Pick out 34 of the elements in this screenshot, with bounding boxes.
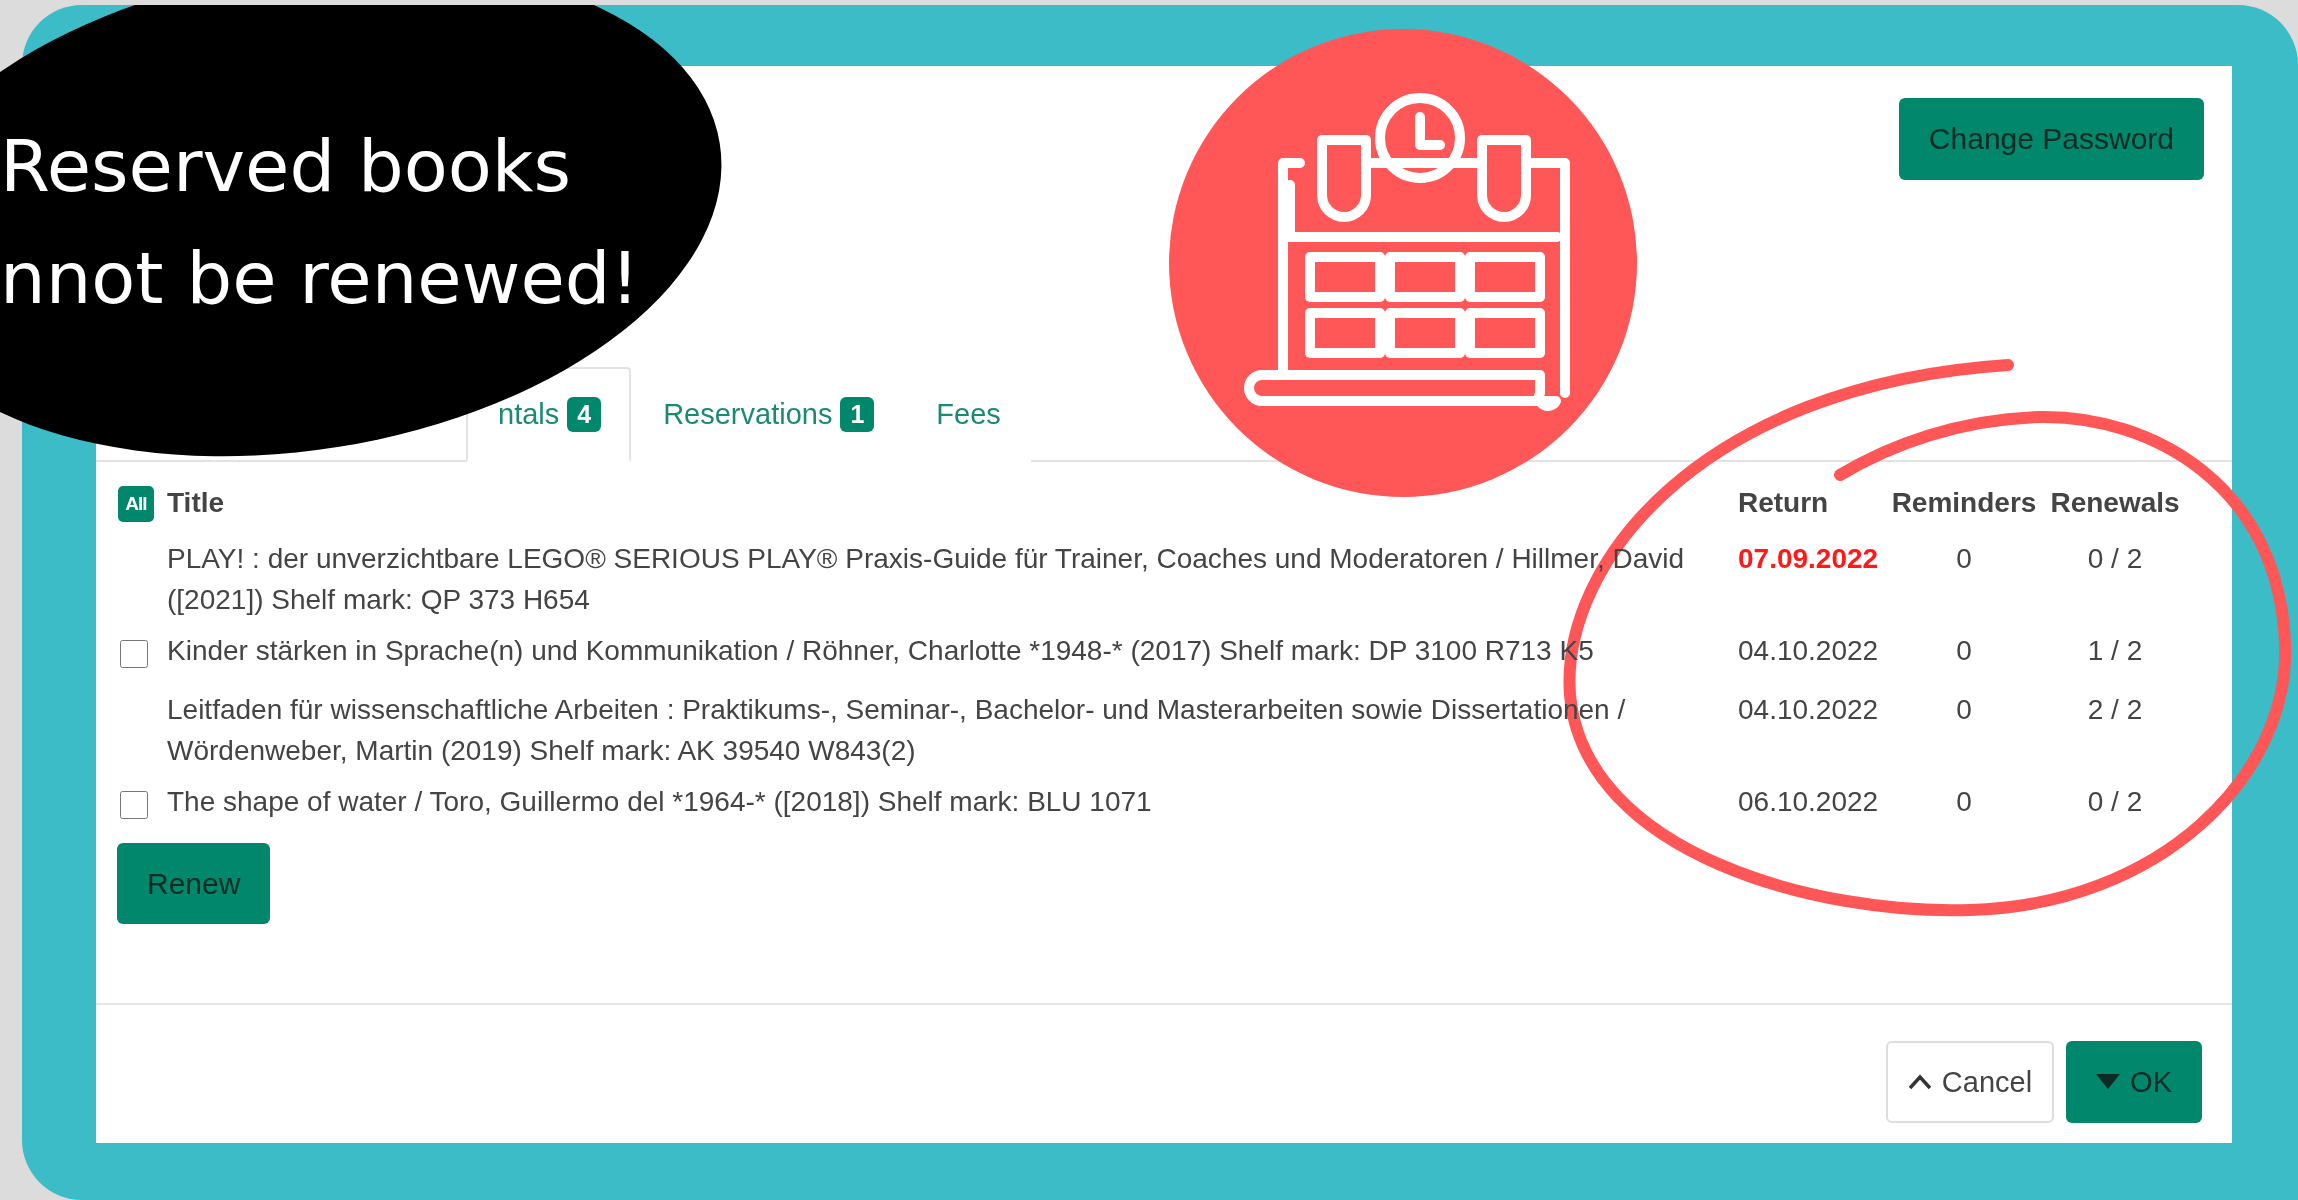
select-all-button[interactable]: All: [118, 486, 154, 522]
tab-label: Reservations: [663, 398, 833, 431]
change-password-button[interactable]: Change Password: [1898, 98, 2204, 180]
reminders-cell-text: 0: [1955, 634, 1973, 668]
tab-label: Fees: [936, 398, 1001, 431]
ok-button[interactable]: OK: [2066, 1041, 2202, 1123]
triangle-down-icon: [2096, 1074, 2121, 1090]
column-header: Renewals: [2049, 486, 2181, 520]
row-checkbox[interactable]: [120, 640, 148, 668]
renewals-cell-text: 0 / 2: [2086, 785, 2144, 819]
reminders-cell-text: 0: [1955, 693, 1973, 727]
count-badge: 4: [567, 397, 602, 432]
row-checkbox[interactable]: [120, 791, 148, 819]
return-date: 04.10.2022: [1738, 634, 1880, 668]
renew-button[interactable]: Renew: [117, 843, 271, 924]
tab-label: ntals: [498, 398, 560, 431]
return-date: 07.09.2022: [1738, 542, 1880, 576]
renewals-cell-text: 1 / 2: [2086, 634, 2144, 668]
return-date: 04.10.2022: [1738, 693, 1880, 727]
column-header: Title: [167, 486, 226, 520]
reminders-cell-text: 0: [1955, 785, 1973, 819]
cancel-button[interactable]: Cancel: [1885, 1041, 2055, 1123]
callout-text: nnot be renewed!: [0, 242, 640, 314]
count-badge: 1: [840, 397, 875, 432]
column-header: Return: [1738, 486, 1830, 520]
reminders-cell-text: 0: [1955, 542, 1973, 576]
title-cell-text: The shape of water / Toro, Guillermo del *1964-* ([2018]) Shelf mark: BLU 1071: [167, 785, 1153, 819]
callout-text: Reserved books: [0, 130, 571, 202]
caret-up-icon: [1907, 1074, 1932, 1090]
renewals-cell-text: 2 / 2: [2086, 693, 2144, 727]
title-cell-text: PLAY! : der unverzichtbare LEGO® SERIOUS PLAY® Praxis-Guide für Trainer, Coaches und Moderatoren / Hillmer, David ([2021]) Shelf mark: QP 373 H654: [167, 542, 1686, 617]
return-date: 06.10.2022: [1738, 785, 1880, 819]
renewals-cell-text: 0 / 2: [2086, 542, 2144, 576]
column-header: Reminders: [1890, 486, 2038, 520]
